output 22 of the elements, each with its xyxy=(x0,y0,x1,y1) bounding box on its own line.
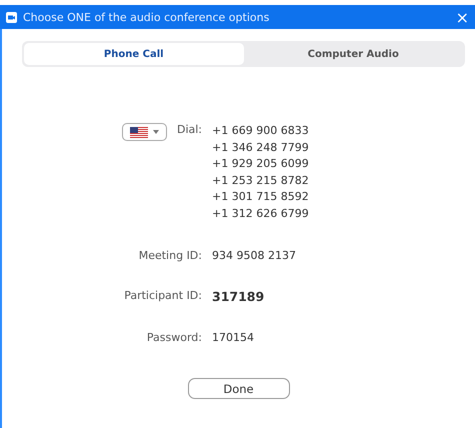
field-value: 170154 xyxy=(212,331,254,344)
close-button[interactable]: × xyxy=(456,8,469,26)
country-dropdown[interactable] xyxy=(122,123,167,141)
field-label: Password: xyxy=(146,331,202,344)
phone-number: +1 301 715 8592 xyxy=(212,189,310,205)
tab[interactable]: Phone Call xyxy=(24,43,244,65)
field-label: Meeting ID: xyxy=(138,249,202,262)
caret-icon xyxy=(152,130,159,134)
flag-icon xyxy=(130,126,148,138)
done-button[interactable]: Done xyxy=(188,378,290,399)
dial-label: Dial: xyxy=(176,123,202,136)
field-value: 317189 xyxy=(212,289,264,304)
phone-number: +1 929 205 6099 xyxy=(212,156,310,172)
tab[interactable]: Computer Audio xyxy=(244,43,463,65)
phone-number: +1 312 626 6799 xyxy=(212,206,310,222)
phone-number: +1 346 248 7799 xyxy=(212,140,310,156)
field-label: Participant ID: xyxy=(124,289,202,302)
phone-number: +1 253 215 8782 xyxy=(212,172,310,188)
camera-icon xyxy=(6,12,17,22)
window-title: Choose ONE of the audio conference options xyxy=(23,10,270,24)
field-value: 934 9508 2137 xyxy=(212,249,296,262)
phone-number: +1 669 900 6833 xyxy=(212,123,310,139)
